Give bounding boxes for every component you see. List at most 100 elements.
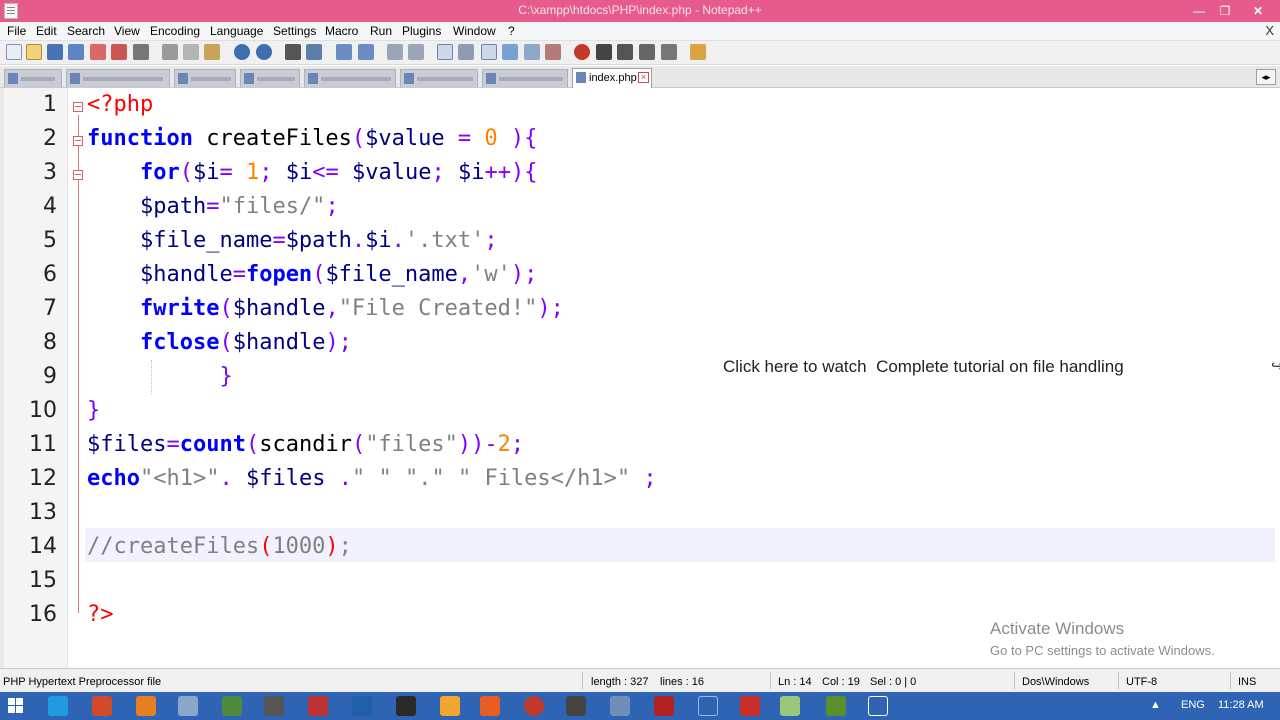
firefox-icon[interactable]	[136, 696, 156, 716]
app-icon[interactable]	[440, 696, 460, 716]
tab-close-icon[interactable]: ×	[638, 72, 649, 83]
zoom-out-icon[interactable]	[358, 44, 374, 60]
notepad-plus-plus-icon[interactable]	[780, 696, 800, 716]
menu-language[interactable]: Language	[210, 24, 263, 38]
paste-icon[interactable]	[204, 44, 220, 60]
network-icon[interactable]: ▲	[1150, 699, 1161, 711]
app-icon[interactable]	[698, 696, 718, 716]
fold-collapse-icon[interactable]	[73, 136, 83, 146]
skype-icon[interactable]	[48, 696, 68, 716]
code-line-7[interactable]: fwrite($handle,"File Created!");	[87, 292, 564, 326]
menu-settings[interactable]: Settings	[273, 24, 316, 38]
sync-horizontal-icon[interactable]	[408, 44, 424, 60]
file-tab[interactable]	[400, 69, 478, 87]
app-icon[interactable]	[396, 696, 416, 716]
menu-plugins[interactable]: Plugins	[402, 24, 441, 38]
clock[interactable]: 11:28 AM	[1218, 699, 1264, 711]
close-all-icon[interactable]	[111, 44, 127, 60]
app-icon[interactable]	[308, 696, 328, 716]
browser-icon[interactable]	[92, 696, 112, 716]
share-icon[interactable]: ↪	[1271, 357, 1280, 375]
indent-guide-icon[interactable]	[481, 44, 497, 60]
menu-macro[interactable]: Macro	[325, 24, 358, 38]
tab-scroll-icon[interactable]: ◂▸	[1256, 69, 1276, 85]
code-line-6[interactable]: $handle=fopen($file_name,'w');	[87, 258, 537, 292]
menu-window[interactable]: Window	[453, 24, 496, 38]
undo-icon[interactable]	[234, 44, 250, 60]
close-document-icon[interactable]: X	[1265, 23, 1274, 38]
code-line-14[interactable]: //createFiles(1000);	[87, 530, 352, 564]
code-line-11[interactable]: $files=count(scandir("files"))-2;	[87, 428, 524, 462]
menu-run[interactable]: Run	[370, 24, 392, 38]
word-wrap-icon[interactable]	[437, 44, 453, 60]
copy-icon[interactable]	[183, 44, 199, 60]
app-icon[interactable]	[740, 696, 760, 716]
app-icon[interactable]	[610, 696, 630, 716]
code-line-8[interactable]: fclose($handle);	[87, 326, 352, 360]
app-icon[interactable]	[264, 696, 284, 716]
app-icon[interactable]	[566, 696, 586, 716]
save-icon[interactable]	[47, 44, 63, 60]
tab-index-php[interactable]: index.php ×	[572, 68, 652, 88]
app-icon[interactable]	[826, 696, 846, 716]
fold-collapse-icon[interactable]	[73, 102, 83, 112]
maximize-button[interactable]: ❐	[1212, 2, 1238, 20]
run-macro-multiple-icon[interactable]	[639, 44, 655, 60]
app-icon[interactable]	[868, 696, 888, 716]
chrome-icon[interactable]	[222, 696, 242, 716]
close-file-icon[interactable]	[90, 44, 106, 60]
code-line-16[interactable]: ?>	[87, 598, 114, 632]
code-line-12[interactable]: echo"<h1>". $files ." " "." " Files</h1>…	[87, 462, 657, 496]
cut-icon[interactable]	[162, 44, 178, 60]
menu-edit[interactable]: Edit	[36, 24, 57, 38]
file-tab[interactable]	[66, 69, 170, 87]
windows-start-icon[interactable]	[8, 698, 24, 714]
minimize-button[interactable]: —	[1186, 2, 1212, 20]
play-macro-icon[interactable]	[617, 44, 633, 60]
record-macro-icon[interactable]	[574, 44, 590, 60]
photoshop-icon[interactable]	[352, 696, 372, 716]
menu-search[interactable]: Search	[67, 24, 105, 38]
code-line-1[interactable]: <?php	[87, 88, 153, 122]
app-icon[interactable]	[480, 696, 500, 716]
fold-collapse-icon[interactable]	[73, 170, 83, 180]
user-language-icon[interactable]	[502, 44, 518, 60]
file-tab[interactable]	[4, 69, 62, 87]
save-all-icon[interactable]	[68, 44, 84, 60]
menu-help[interactable]: ?	[508, 24, 515, 38]
menu-file[interactable]: File	[7, 24, 26, 38]
print-icon[interactable]	[133, 44, 149, 60]
show-all-characters-icon[interactable]	[458, 44, 474, 60]
code-line-2[interactable]: function createFiles($value = 0 ){	[87, 122, 537, 156]
close-button[interactable]: ✕	[1240, 2, 1276, 20]
file-tab[interactable]	[240, 69, 300, 87]
new-file-icon[interactable]	[6, 44, 22, 60]
save-macro-icon[interactable]	[661, 44, 677, 60]
file-explorer-icon[interactable]	[178, 696, 198, 716]
code-line-10[interactable]: }	[87, 394, 100, 428]
replace-icon[interactable]	[306, 44, 322, 60]
zoom-in-icon[interactable]	[336, 44, 352, 60]
code-line-3[interactable]: for($i= 1; $i<= $value; $i++){	[87, 156, 537, 190]
stop-macro-icon[interactable]	[596, 44, 612, 60]
launch-in-browser-icon[interactable]	[690, 44, 706, 60]
code-editor[interactable]: 1 2 3 4 5 6 7 8 9 10 11 12 13 14 15 16 <…	[0, 88, 1280, 668]
code-line-9[interactable]: }	[87, 360, 232, 394]
document-map-icon[interactable]	[524, 44, 540, 60]
file-tab[interactable]	[174, 69, 236, 87]
open-file-icon[interactable]	[26, 44, 42, 60]
function-list-icon[interactable]	[545, 44, 561, 60]
menu-encoding[interactable]: Encoding	[150, 24, 200, 38]
app-icon[interactable]	[524, 696, 544, 716]
code-line-4[interactable]: $path="files/";	[87, 190, 339, 224]
language-indicator[interactable]: ENG	[1181, 699, 1205, 711]
redo-icon[interactable]	[256, 44, 272, 60]
file-tab[interactable]	[304, 69, 396, 87]
code-line-5[interactable]: $file_name=$path.$i.'.txt';	[87, 224, 498, 258]
file-tab[interactable]	[482, 69, 568, 87]
sync-vertical-icon[interactable]	[387, 44, 403, 60]
tutorial-overlay-link[interactable]: Click here to watch Complete tutorial on…	[723, 357, 1124, 377]
filezilla-icon[interactable]	[654, 696, 674, 716]
menu-view[interactable]: View	[114, 24, 140, 38]
find-icon[interactable]	[285, 44, 301, 60]
